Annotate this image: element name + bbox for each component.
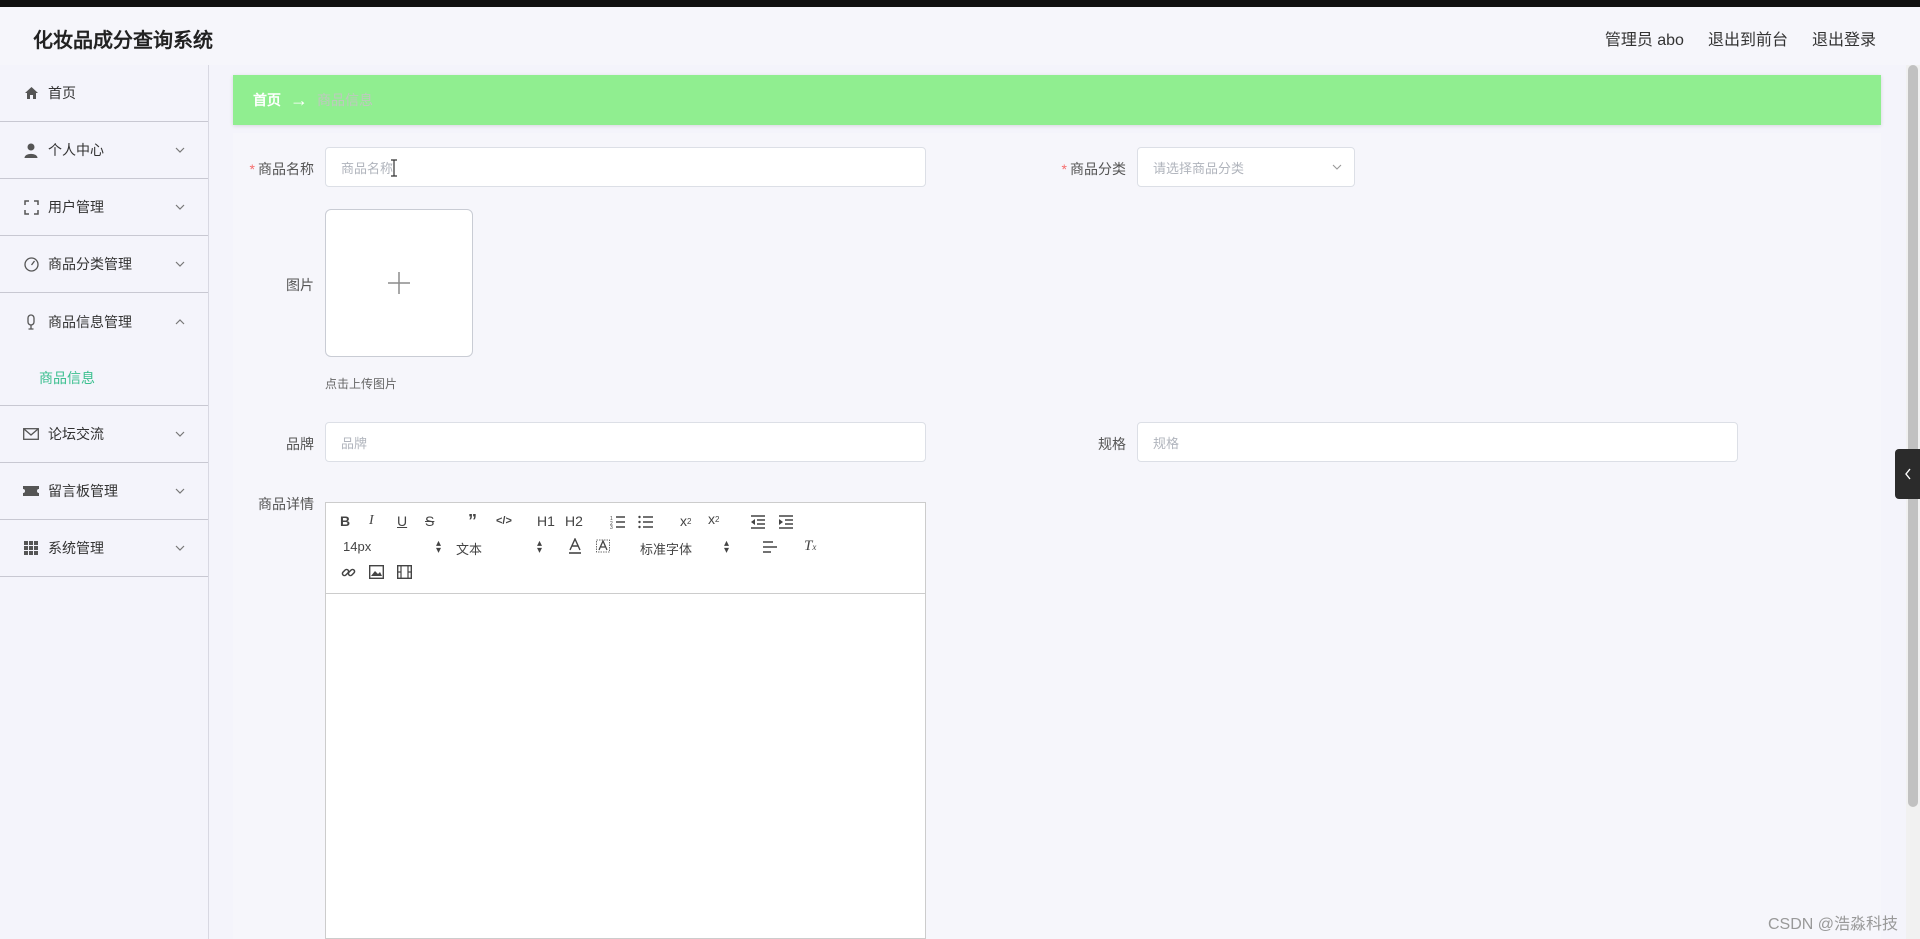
subscript-icon[interactable]: x2 (680, 513, 691, 529)
sidebar-item-label: 用户管理 (48, 199, 104, 215)
bullet-list-icon[interactable] (638, 515, 654, 529)
image-upload-button[interactable] (325, 209, 473, 357)
detail-label: 商品详情 (258, 496, 314, 512)
svg-text:3: 3 (610, 525, 613, 529)
admin-label: 管理员 abo (1604, 32, 1684, 49)
mic-icon (22, 313, 40, 331)
text-cursor-icon (391, 159, 397, 177)
exit-to-front-link[interactable]: 退出到前台 (1708, 26, 1788, 50)
editor-content-area[interactable] (326, 594, 925, 938)
page-scrollbar[interactable] (1906, 65, 1920, 939)
chevron-down-icon (175, 204, 185, 210)
underline-button[interactable]: U (397, 513, 407, 529)
category-placeholder: 请选择商品分类 (1153, 160, 1245, 176)
sidebar-item-label: 个人中心 (48, 142, 104, 158)
sidebar-subitem-product-info[interactable]: 商品信息 (0, 350, 208, 406)
home-icon (22, 84, 40, 102)
chevron-down-icon (175, 431, 185, 437)
brand-input[interactable]: 品牌 (325, 422, 926, 462)
h2-button[interactable]: H2 (565, 513, 583, 529)
header-actions: 管理员 abo 退出到前台 退出登录 (1605, 26, 1876, 50)
sidebar-item-message-board[interactable]: 留言板管理 (0, 463, 208, 520)
chevron-down-icon (175, 488, 185, 494)
brand-label: 品牌 (286, 436, 314, 452)
editor-toolbar: B I U S ” </> H1 H2 123 x2 x2 14px ▴ ▾ 文本… (326, 503, 925, 594)
top-header: 化妆品成分查询系统 管理员 abo 退出到前台 退出登录 (0, 7, 1920, 65)
sidebar-item-forum[interactable]: 论坛交流 (0, 406, 208, 463)
video-icon[interactable] (397, 565, 412, 579)
blockquote-icon[interactable]: ” (468, 511, 477, 532)
italic-button[interactable]: I (369, 513, 374, 529)
watermark: CSDN @浩淼科技 (1768, 916, 1899, 933)
sidebar-item-label: 商品分类管理 (48, 256, 132, 272)
bold-button[interactable]: B (340, 513, 350, 529)
sidebar-item-label: 商品信息管理 (48, 313, 132, 330)
superscript-icon[interactable]: x2 (708, 511, 719, 527)
breadcrumb-current: 商品信息 (317, 92, 373, 108)
align-left-icon[interactable] (762, 540, 778, 554)
side-panel-toggle[interactable] (1895, 449, 1920, 499)
logout-link[interactable]: 退出登录 (1812, 26, 1876, 50)
sidebar-item-label: 系统管理 (48, 540, 104, 556)
rich-text-editor: B I U S ” </> H1 H2 123 x2 x2 14px ▴ ▾ 文本… (325, 502, 926, 939)
image-label: 图片 (286, 277, 314, 293)
chevron-left-icon (1904, 468, 1911, 480)
background-color-icon[interactable] (596, 538, 610, 554)
font-family-select[interactable]: 标准字体 ▴ ▾ (640, 539, 735, 558)
product-category-label: * 商品分类 (1061, 161, 1126, 177)
sidebar: 首页 个人中心 用户管理 商品分类管理 商品信息管理 商品信息 论坛交流 留言板… (0, 65, 209, 939)
chevron-down-icon (175, 545, 185, 551)
spec-input[interactable]: 规格 (1137, 422, 1738, 462)
scrollbar-thumb[interactable] (1908, 65, 1918, 807)
product-category-select[interactable]: 请选择商品分类 (1137, 147, 1355, 187)
strike-button[interactable]: S (425, 513, 434, 529)
sidebar-item-category-management[interactable]: 商品分类管理 (0, 236, 208, 293)
outdent-icon[interactable] (750, 515, 766, 529)
chevron-down-icon (175, 147, 185, 153)
link-icon[interactable] (341, 565, 356, 580)
indent-icon[interactable] (778, 515, 794, 529)
breadcrumb: 首页 → 商品信息 (233, 75, 1881, 125)
sidebar-item-user-management[interactable]: 用户管理 (0, 179, 208, 236)
header-select[interactable]: 文本 ▴ ▾ (456, 539, 542, 558)
chevron-up-icon (175, 318, 185, 324)
plus-icon (388, 272, 410, 294)
chevron-down-icon (1332, 164, 1342, 170)
window-top-strip (0, 0, 1920, 7)
sidebar-item-label: 论坛交流 (48, 426, 104, 442)
breadcrumb-home[interactable]: 首页 (253, 90, 281, 110)
gauge-icon (22, 255, 40, 273)
ordered-list-icon[interactable]: 123 (610, 515, 626, 529)
app-title: 化妆品成分查询系统 (33, 30, 213, 52)
sidebar-item-label: 留言板管理 (48, 483, 118, 499)
grid-icon (22, 539, 40, 557)
chevron-down-icon (175, 261, 185, 267)
fullscreen-icon (22, 198, 40, 216)
sidebar-item-home[interactable]: 首页 (0, 65, 208, 122)
image-icon[interactable] (369, 565, 384, 579)
user-icon (22, 141, 40, 159)
sidebar-item-system-management[interactable]: 系统管理 (0, 520, 208, 577)
font-size-select[interactable]: 14px ▴ ▾ (343, 539, 441, 556)
breadcrumb-arrow: → (290, 89, 308, 110)
product-name-input[interactable]: 商品名称 (325, 147, 926, 187)
ticket-icon (22, 482, 40, 500)
clear-format-icon[interactable]: Tx (804, 538, 816, 555)
product-name-label: * 商品名称 (249, 161, 314, 177)
h1-button[interactable]: H1 (537, 513, 555, 529)
code-icon[interactable]: </> (496, 515, 512, 527)
sidebar-item-personal-center[interactable]: 个人中心 (0, 122, 208, 179)
sidebar-item-label: 首页 (48, 85, 76, 101)
spec-label: 规格 (1098, 436, 1126, 452)
sidebar-item-product-info-management[interactable]: 商品信息管理 (0, 293, 208, 350)
font-color-icon[interactable] (568, 538, 582, 554)
upload-hint: 点击上传图片 (325, 377, 398, 391)
mail-icon (22, 425, 40, 443)
